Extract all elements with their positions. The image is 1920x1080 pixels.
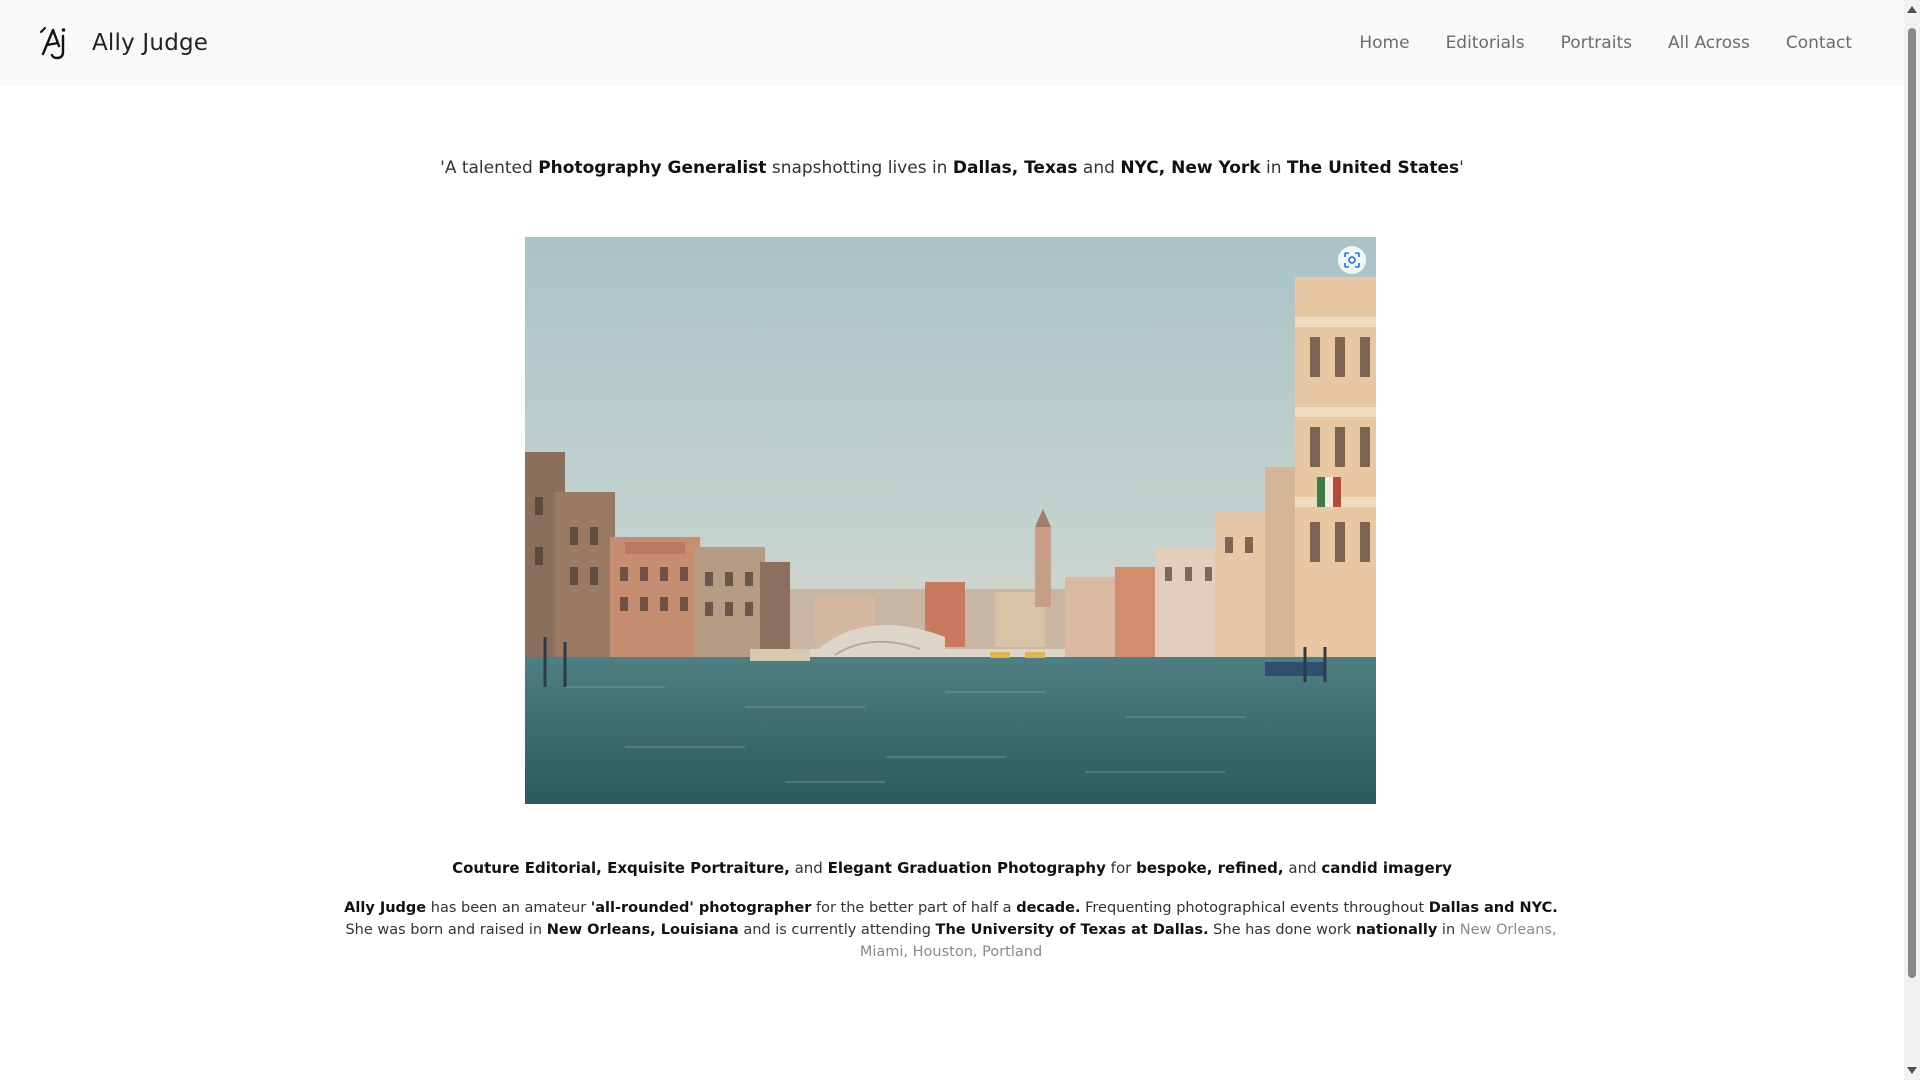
bio-paragraph: Ally Judge has been an amateur 'all-roun… [340, 897, 1562, 963]
bio-text: Frequenting photographical events throug… [1080, 900, 1429, 916]
bio-hometown: New Orleans, Louisiana [546, 922, 739, 938]
tagline-country: The United States [1286, 158, 1460, 178]
bio-text: for the better part of half a [811, 900, 1017, 916]
navbar: Ally Judge Home Editorials Portraits All… [0, 0, 1904, 86]
scroll-down-icon[interactable] [1907, 1067, 1917, 1074]
services-text: for [1105, 859, 1137, 877]
nav-links: Home Editorials Portraits All Across Con… [1341, 33, 1866, 53]
tagline: 'A talented Photography Generalist snaps… [0, 158, 1904, 178]
hero-photo [525, 237, 1376, 804]
tagline-text: ' [1459, 158, 1464, 178]
services-text: and [1283, 859, 1322, 877]
bio-style: 'all-rounded' photographer [590, 900, 812, 916]
nav-link-all-across[interactable]: All Across [1650, 33, 1768, 53]
page: Ally Judge Home Editorials Portraits All… [0, 0, 1920, 1080]
services-line: Couture Editorial, Exquisite Portraiture… [0, 859, 1904, 877]
visual-search-icon [1343, 251, 1361, 269]
tagline-text: 'A talented [440, 158, 539, 178]
services-text: and [789, 859, 828, 877]
brand-link[interactable]: Ally Judge [38, 23, 208, 63]
tagline-city: Dallas, Texas [952, 158, 1078, 178]
tagline-text: snapshotting lives in [766, 158, 953, 178]
service-name: Elegant Graduation Photography [827, 859, 1106, 877]
bio-places: Dallas and NYC. [1428, 900, 1558, 916]
bio-period: decade. [1016, 900, 1081, 916]
scroll-up-icon[interactable] [1907, 6, 1917, 13]
venice-canal-image [525, 237, 1376, 804]
tagline-city: NYC, New York [1120, 158, 1261, 178]
aj-monogram-icon [38, 23, 72, 63]
bio-school: The University of Texas at Dallas. [935, 922, 1209, 938]
tagline-role: Photography Generalist [538, 158, 767, 178]
bio-scope: nationally [1355, 922, 1438, 938]
service-name: Couture Editorial, Exquisite Portraiture… [452, 859, 790, 877]
nav-link-portraits[interactable]: Portraits [1543, 33, 1650, 53]
bio-text: and is currently attending [738, 922, 936, 938]
service-quality: candid imagery [1321, 859, 1452, 877]
visual-search-button[interactable] [1338, 246, 1366, 274]
bio-text: She was born and raised in [345, 922, 547, 938]
nav-link-home[interactable]: Home [1341, 33, 1427, 53]
bio-text: has been an amateur [426, 900, 591, 916]
tagline-text: in [1260, 158, 1287, 178]
nav-link-contact[interactable]: Contact [1768, 33, 1866, 53]
brand-name: Ally Judge [92, 30, 209, 56]
bio-text: She has done work [1208, 922, 1356, 938]
bio-name: Ally Judge [344, 900, 427, 916]
tagline-text: and [1077, 158, 1121, 178]
nav-link-editorials[interactable]: Editorials [1428, 33, 1543, 53]
bio-text: in [1437, 922, 1460, 938]
service-quality: bespoke, refined, [1136, 859, 1284, 877]
scroll-thumb[interactable] [1908, 28, 1916, 978]
vertical-scrollbar[interactable] [1904, 0, 1920, 1080]
